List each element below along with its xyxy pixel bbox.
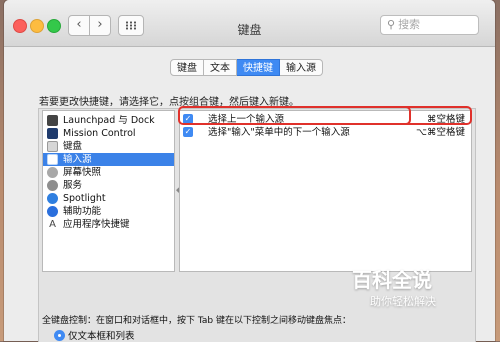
shortcut-label: 选择"输入"菜单中的下一个输入源	[208, 127, 350, 138]
search-icon: ⚲	[387, 18, 396, 31]
category-mission-control[interactable]: Mission Control	[43, 127, 174, 140]
spotlight-icon	[47, 193, 58, 204]
category-label: Launchpad 与 Dock	[63, 115, 155, 126]
category-label: 键盘	[63, 141, 83, 152]
radio-selected-icon[interactable]	[54, 330, 65, 341]
category-keyboard[interactable]: 键盘	[43, 140, 174, 153]
tab-input-sources[interactable]: 输入源	[280, 59, 323, 76]
search-field[interactable]: ⚲ 搜索	[380, 15, 479, 35]
category-services[interactable]: 服务	[43, 179, 174, 192]
category-label: Spotlight	[63, 193, 106, 204]
screenshot-icon	[47, 167, 58, 178]
category-label: 应用程序快捷键	[63, 219, 130, 230]
category-screenshots[interactable]: 屏幕快照	[43, 166, 174, 179]
tab-bar: 键盘 文本 快捷键 输入源	[170, 59, 323, 76]
category-label: 输入源	[63, 154, 92, 165]
category-list: Launchpad 与 Dock Mission Control 键盘 输入源 …	[42, 110, 175, 272]
launchpad-icon	[47, 115, 58, 126]
mission-control-icon	[47, 128, 58, 139]
category-input-sources[interactable]: 输入源	[43, 153, 174, 166]
category-label: 屏幕快照	[63, 167, 102, 178]
shortcut-row-next-input-source[interactable]: ✓ 选择"输入"菜单中的下一个输入源 ⌥⌘空格键	[180, 126, 471, 139]
shortcut-list: ✓ 选择上一个输入源 ⌘空格键 ✓ 选择"输入"菜单中的下一个输入源 ⌥⌘空格键	[179, 110, 472, 272]
keyboard-icon	[47, 141, 58, 152]
accessibility-icon	[47, 206, 58, 217]
category-launchpad-dock[interactable]: Launchpad 与 Dock	[43, 114, 174, 127]
checkbox-checked-icon[interactable]: ✓	[183, 127, 193, 137]
tab-shortcuts[interactable]: 快捷键	[237, 59, 280, 76]
services-icon	[47, 180, 58, 191]
category-spotlight[interactable]: Spotlight	[43, 192, 174, 205]
annotation-highlight-box-right	[348, 106, 472, 125]
category-label: Mission Control	[63, 128, 136, 139]
radio-text-boxes-and-lists[interactable]: 仅文本框和列表	[54, 328, 135, 342]
watermark-subtitle: 助你轻松解决	[370, 295, 436, 308]
category-app-shortcuts[interactable]: A 应用程序快捷键	[43, 218, 174, 231]
radio-label: 仅文本框和列表	[68, 331, 135, 342]
search-placeholder: 搜索	[398, 18, 421, 31]
category-label: 服务	[63, 180, 83, 191]
app-shortcuts-icon: A	[49, 219, 56, 230]
watermark-logo: 百科全说 助你轻松解决	[347, 264, 467, 316]
tab-text[interactable]: 文本	[204, 59, 237, 76]
category-accessibility[interactable]: 辅助功能	[43, 205, 174, 218]
shortcut-keys[interactable]: ⌥⌘空格键	[416, 126, 465, 139]
watermark-title: 百科全说	[352, 268, 432, 292]
category-label: 辅助功能	[63, 206, 102, 217]
title-bar: ‹ › 键盘 ⚲ 搜索	[4, 0, 495, 47]
input-source-icon	[47, 154, 58, 165]
full-keyboard-access-label: 全键盘控制：在窗口和对话框中，按下 Tab 键在以下控制之间移动键盘焦点：	[42, 316, 351, 326]
tab-keyboard[interactable]: 键盘	[170, 59, 204, 76]
